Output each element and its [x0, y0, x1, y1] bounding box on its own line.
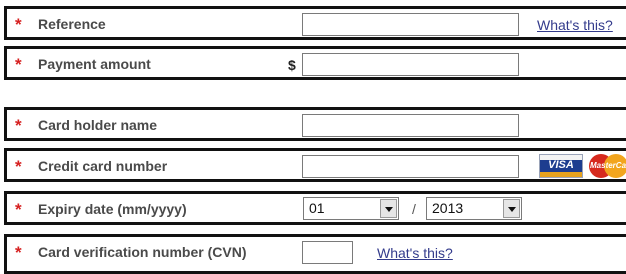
required-marker: *	[15, 55, 22, 74]
date-separator: /	[412, 201, 416, 217]
expiry-year-select[interactable]: 2013	[426, 197, 522, 220]
chevron-down-icon[interactable]	[380, 199, 397, 218]
card-holder-name-label: Card holder name	[38, 117, 158, 133]
mastercard-text: MasterCard	[590, 161, 626, 170]
reference-label: Reference	[38, 16, 106, 32]
credit-card-number-label: Credit card number	[38, 158, 168, 174]
required-marker: *	[15, 157, 22, 176]
credit-card-number-input[interactable]	[302, 155, 519, 178]
mastercard-icon: MasterCard	[589, 154, 626, 178]
required-marker: *	[15, 15, 22, 34]
reference-row: * Reference What's this?	[4, 6, 626, 40]
required-marker: *	[15, 116, 22, 135]
required-marker: *	[15, 200, 22, 219]
cvn-input[interactable]	[302, 241, 353, 264]
payment-amount-input[interactable]	[302, 53, 519, 76]
currency-symbol: $	[288, 57, 296, 73]
card-holder-name-row: * Card holder name	[4, 107, 626, 141]
expiry-year-value: 2013	[432, 200, 464, 216]
visa-card-icon: VISA	[539, 154, 583, 178]
expiry-month-value: 01	[309, 200, 325, 216]
reference-input[interactable]	[302, 13, 519, 36]
cvn-row: * Card verification number (CVN) What's …	[4, 234, 626, 274]
expiry-date-row: * Expiry date (mm/yyyy) 01 / 2013	[4, 191, 626, 225]
expiry-date-label: Expiry date (mm/yyyy)	[38, 201, 187, 217]
reference-whats-this-link[interactable]: What's this?	[537, 17, 613, 33]
cvn-whats-this-link[interactable]: What's this?	[377, 245, 453, 261]
card-holder-name-input[interactable]	[302, 114, 519, 137]
credit-card-number-row: * Credit card number VISA MasterCard	[4, 148, 626, 182]
cvn-label: Card verification number (CVN)	[38, 244, 247, 260]
required-marker: *	[15, 243, 22, 262]
payment-amount-label: Payment amount	[38, 56, 151, 72]
expiry-month-select[interactable]: 01	[303, 197, 399, 220]
visa-card-text: VISA	[548, 159, 574, 171]
chevron-down-icon[interactable]	[503, 199, 520, 218]
payment-amount-row: * Payment amount $	[4, 46, 626, 80]
